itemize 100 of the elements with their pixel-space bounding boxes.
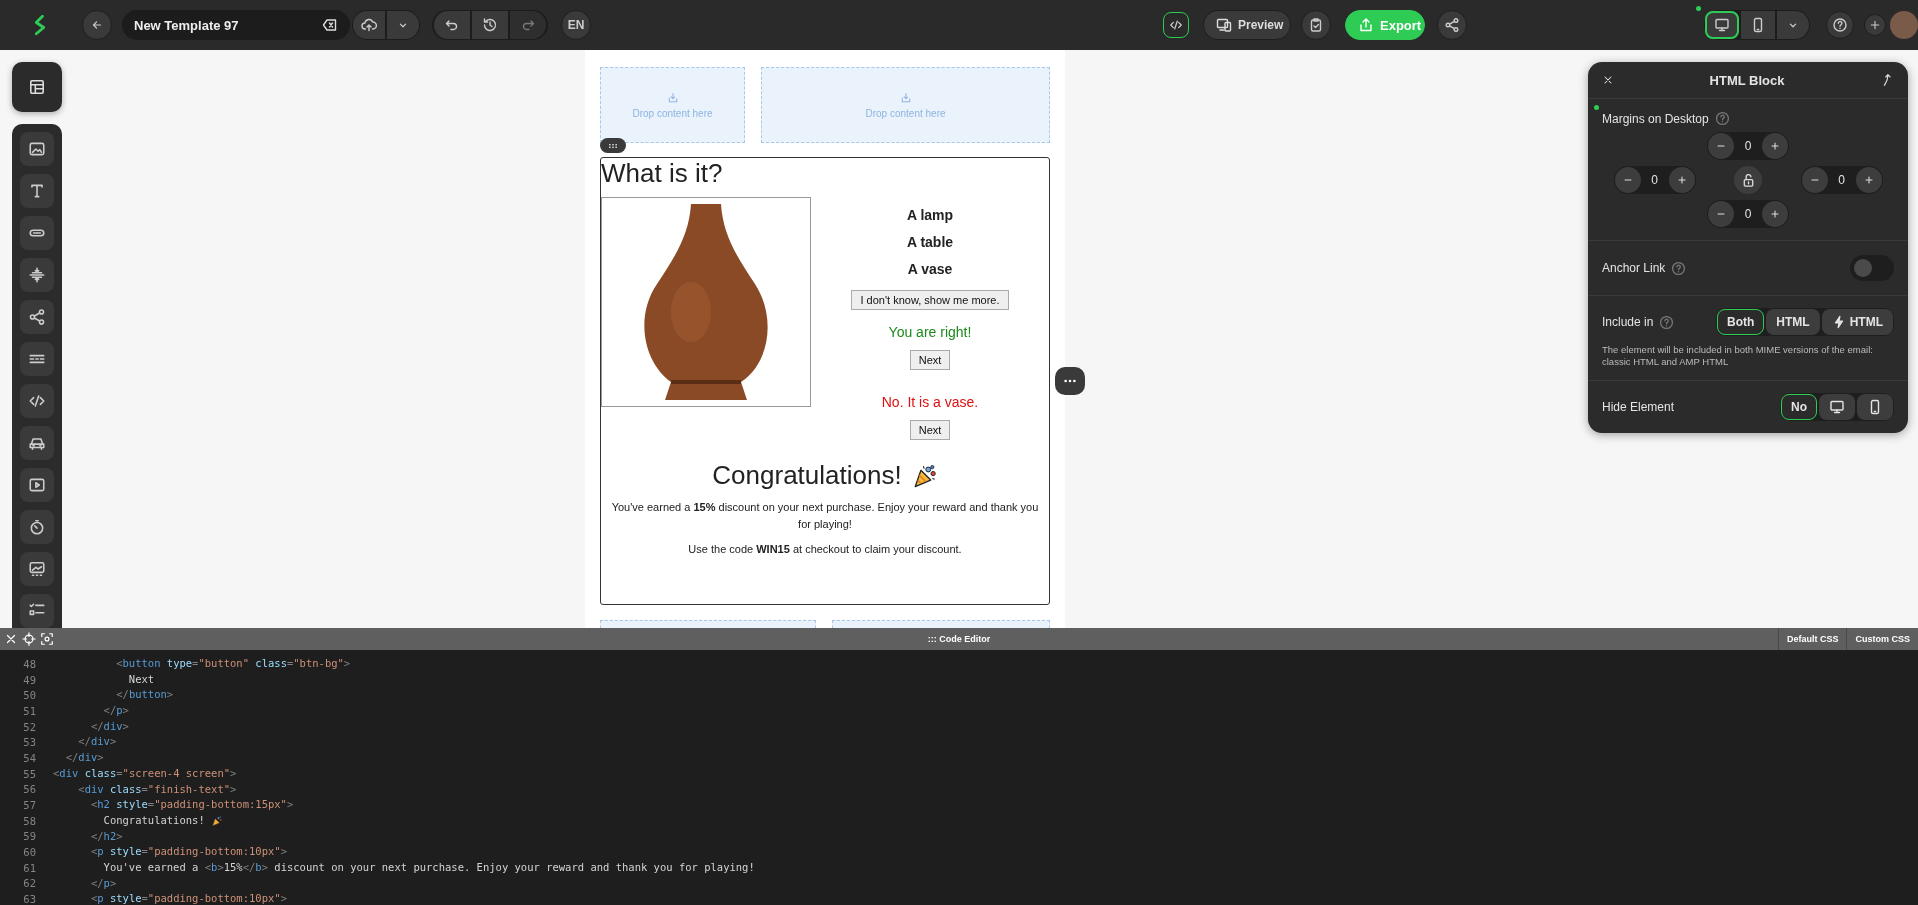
code-line: Congratulations!	[53, 812, 223, 829]
include-option[interactable]: HTML	[1766, 309, 1820, 335]
status-dot	[1594, 105, 1599, 110]
close-button[interactable]	[1602, 74, 1614, 86]
block-button[interactable]	[20, 132, 54, 166]
code-line: </p>	[89, 875, 117, 891]
help-icon	[1659, 314, 1675, 330]
margin-value: 0	[1743, 207, 1753, 221]
margin-value: 0	[1650, 173, 1659, 187]
more-button[interactable]	[1055, 367, 1085, 395]
line-number: 60	[22, 846, 36, 859]
desktop-view-button[interactable]	[1705, 11, 1739, 39]
help-button[interactable]	[1826, 11, 1854, 39]
mobile-view-button[interactable]	[1741, 11, 1775, 39]
share-icon	[28, 308, 46, 326]
block-button[interactable]	[20, 426, 54, 460]
answer-option[interactable]: A table	[906, 234, 954, 250]
include-option[interactable]: Both	[1717, 309, 1765, 335]
line-number: 51	[22, 704, 36, 717]
layout-button[interactable]	[12, 62, 62, 112]
layout-icon	[28, 78, 46, 96]
margin-stepper[interactable]: 0	[1613, 166, 1696, 194]
download-icon	[666, 91, 679, 104]
block-button[interactable]	[20, 174, 54, 208]
margin-value: 0	[1743, 139, 1753, 153]
block-button[interactable]	[20, 468, 54, 502]
clear-icon	[322, 17, 338, 33]
block-button[interactable]	[20, 342, 54, 376]
hide-option[interactable]: No	[1781, 394, 1817, 420]
code-icon	[1169, 18, 1183, 32]
section-label: Anchor Link	[1602, 261, 1666, 275]
quiz-button[interactable]: Next	[909, 350, 951, 370]
block-button[interactable]	[20, 384, 54, 418]
close-icon	[4, 632, 18, 646]
margin-stepper[interactable]: 0	[1707, 200, 1789, 228]
include-option[interactable]: HTML	[1821, 309, 1893, 335]
status-dot	[1696, 6, 1701, 11]
answer-option[interactable]: A lamp	[906, 207, 954, 223]
line-number: 57	[22, 799, 36, 812]
clear-button[interactable]	[322, 17, 338, 33]
line-number: 62	[22, 877, 36, 890]
undo-button[interactable]	[434, 11, 470, 39]
target-icon	[22, 632, 36, 646]
anchor-link-toggle[interactable]	[1850, 255, 1894, 281]
minus-button[interactable]	[1708, 201, 1734, 227]
congrats-heading: Congratulations!	[712, 460, 902, 491]
template-name-field[interactable]: New Template 97	[122, 10, 350, 40]
margin-stepper[interactable]: 0	[1707, 132, 1789, 160]
help-icon	[1671, 260, 1687, 276]
plus-button[interactable]	[1668, 167, 1695, 193]
plus-button[interactable]	[1762, 201, 1788, 227]
lock-button[interactable]	[1734, 166, 1762, 194]
line-number: 56	[22, 783, 36, 796]
code-view-button[interactable]	[1163, 12, 1189, 38]
history-icon	[482, 17, 498, 33]
section-label: Hide Element	[1602, 400, 1675, 414]
plus-button[interactable]	[1762, 133, 1788, 159]
cloud-upload-button[interactable]	[353, 11, 385, 39]
mobile-option[interactable]	[1857, 394, 1893, 420]
panel-title: HTML Block	[1709, 72, 1785, 88]
clipboard-button[interactable]	[1301, 10, 1331, 40]
code-line: </div>	[64, 750, 104, 766]
language-button[interactable]: EN	[561, 10, 591, 40]
line-number: 48	[22, 657, 36, 670]
plus-button[interactable]	[1855, 167, 1882, 193]
quiz-button[interactable]: I don't know, show me more.	[851, 290, 1009, 310]
drop-label: Drop content here	[632, 107, 713, 119]
desktop-option[interactable]	[1819, 394, 1855, 420]
block-button[interactable]	[20, 552, 54, 586]
line-number: 53	[22, 736, 36, 749]
line-number: 55	[22, 767, 36, 780]
plus-icon	[1769, 208, 1781, 220]
arrow-left-icon	[90, 18, 104, 32]
drag-handle[interactable]	[600, 138, 626, 153]
margin-stepper[interactable]: 0	[1800, 166, 1883, 194]
code-line: </button>	[115, 687, 174, 703]
history-button[interactable]	[472, 11, 508, 39]
congrats-text: You've earned a 15% discount on your next purchase. Enjoy your reward and thank you for playing!	[610, 500, 1040, 532]
line-number: 52	[22, 720, 36, 733]
help-icon	[1714, 111, 1730, 126]
desktop-icon	[1829, 399, 1845, 415]
video-icon	[28, 476, 46, 494]
block-button[interactable]	[20, 300, 54, 334]
redo-button[interactable]	[510, 11, 546, 39]
block-button[interactable]	[20, 510, 54, 544]
block-button[interactable]	[20, 594, 54, 628]
preview-button[interactable]: Preview	[1203, 10, 1291, 40]
include-note: The element will be included in both MIME versions of the email: classic HTML and AMP HTML	[1602, 344, 1874, 368]
code-line: </h2>	[89, 828, 123, 844]
answer-option[interactable]: A vase	[907, 261, 953, 277]
block-button[interactable]	[20, 216, 54, 250]
code-line: You've earned a <b>15%</b> discount on your next purchase. Enjoy your reward and thank you for playing!	[102, 859, 755, 875]
party-popper-icon	[210, 814, 223, 827]
minus-button[interactable]	[1708, 133, 1734, 159]
back-button[interactable]	[82, 10, 112, 40]
quiz-button[interactable]: Next	[909, 420, 951, 440]
block-button[interactable]	[20, 258, 54, 292]
add-button[interactable]	[1864, 14, 1886, 36]
share-button[interactable]	[1437, 10, 1467, 40]
section-label: Include in	[1602, 315, 1654, 329]
